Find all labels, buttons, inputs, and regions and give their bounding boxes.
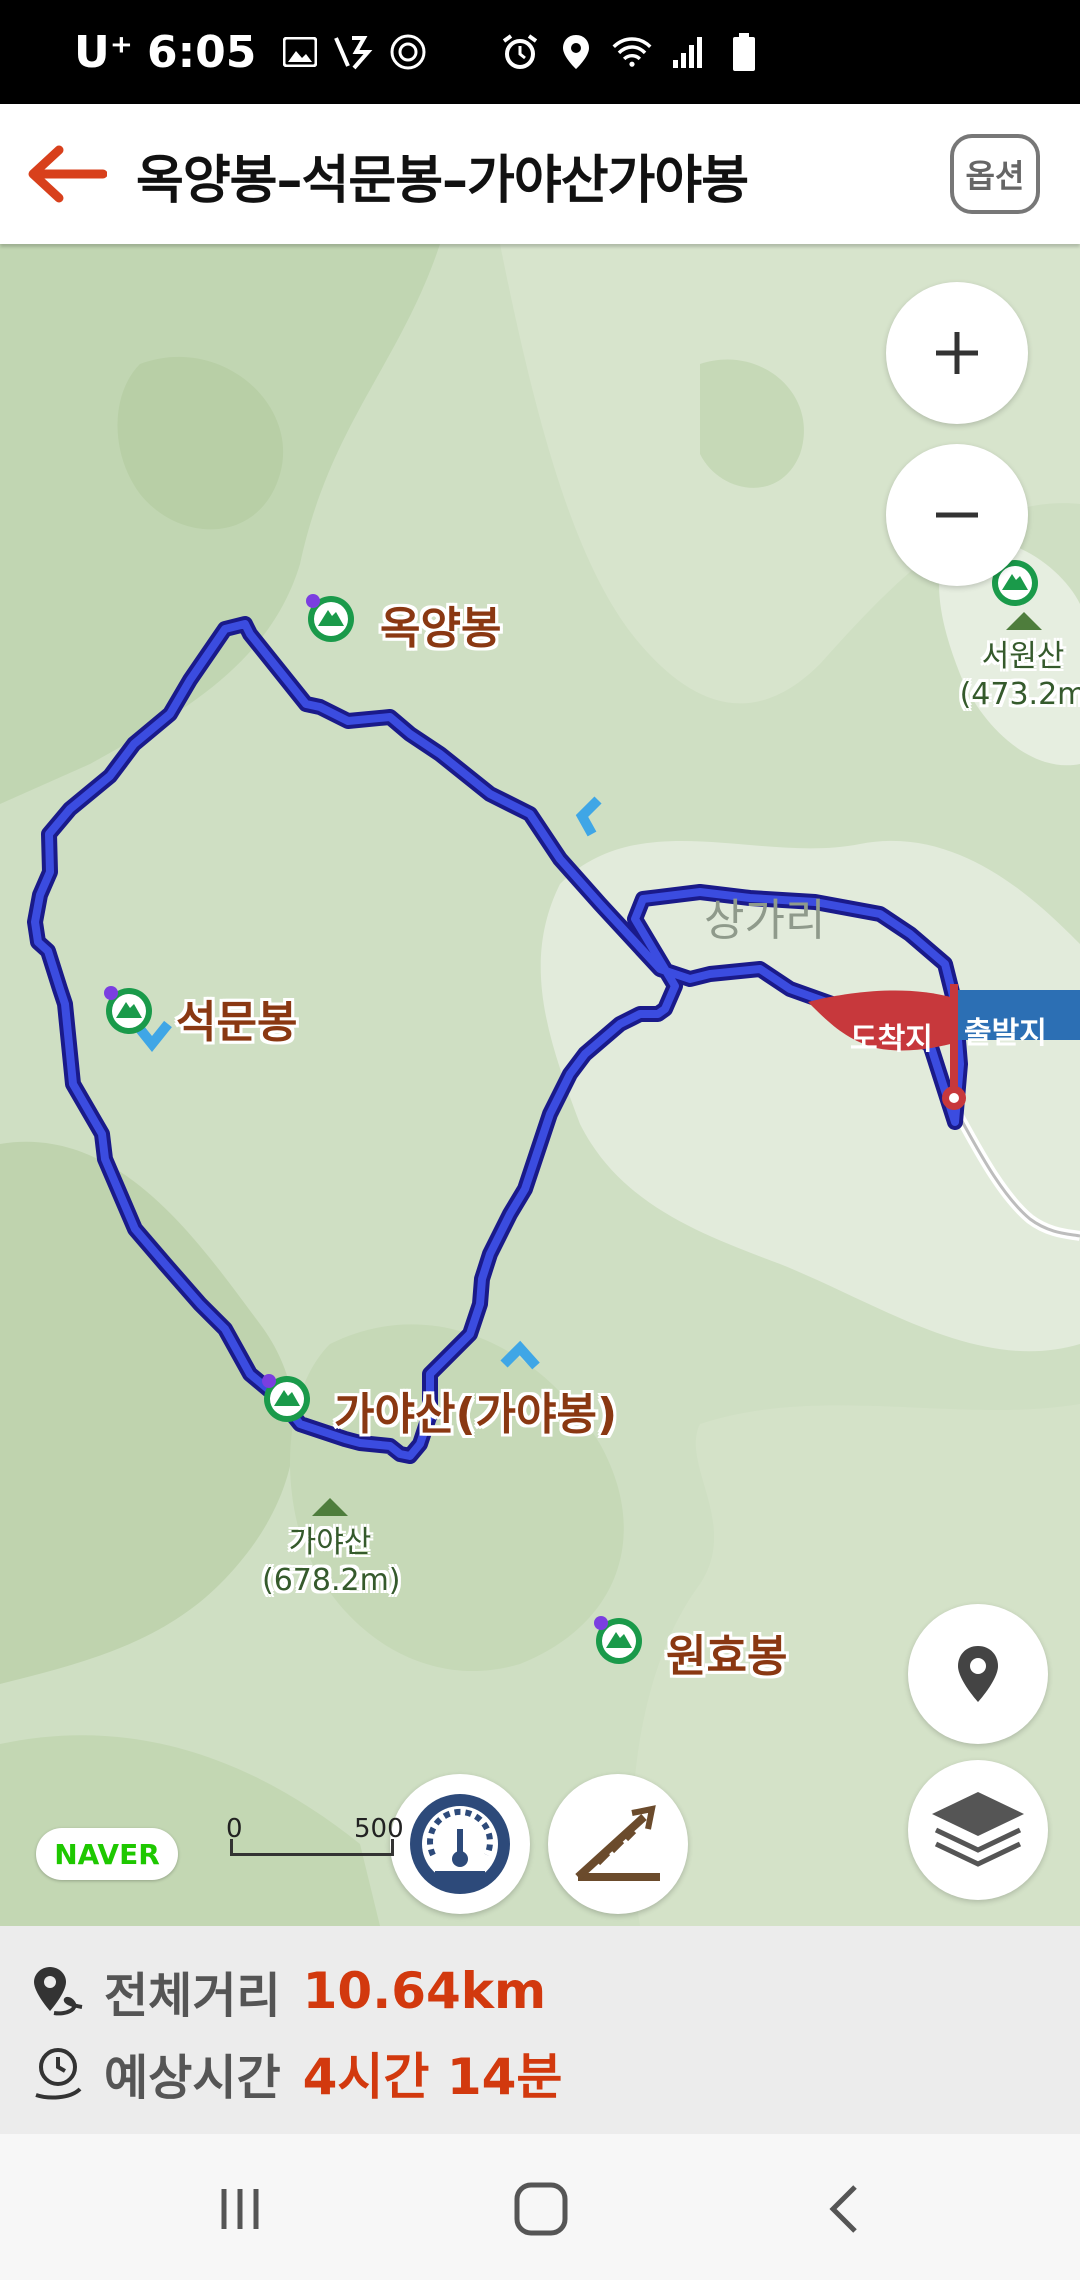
map-layers-button[interactable]	[908, 1760, 1048, 1900]
flash-icon	[334, 32, 374, 72]
village-label: 상가리	[704, 895, 826, 946]
recents-icon	[221, 2189, 259, 2229]
peak-marker-icon[interactable]	[306, 594, 356, 644]
plus-icon	[936, 332, 978, 374]
location-icon	[556, 32, 596, 72]
map-scale-bar: 0 500	[226, 1814, 404, 1860]
status-bar: U⁺ 6:05	[0, 0, 1080, 104]
peak-marker-icon[interactable]	[262, 1374, 312, 1424]
arrival-flag-label: 도착지	[850, 1022, 933, 1057]
time-label: 예상시간	[104, 2050, 281, 2106]
mountain-label: 서원산 (473.2m	[958, 638, 1080, 714]
speed-button[interactable]	[390, 1774, 530, 1914]
estimated-time-icon	[35, 2048, 82, 2100]
alarm-icon	[500, 32, 540, 72]
battery-icon	[724, 32, 764, 72]
peak-label[interactable]: 옥양봉	[380, 592, 501, 656]
mountain-elevation: (473.2m	[959, 677, 1080, 712]
system-nav-bar	[0, 2134, 1080, 2280]
back-button[interactable]	[20, 134, 110, 214]
my-location-button[interactable]	[908, 1604, 1048, 1744]
app-header: 옥양봉–석문봉–가야산가야봉 옵션	[0, 104, 1080, 244]
status-time: 6:05	[146, 26, 257, 78]
system-back-button[interactable]	[800, 2164, 890, 2254]
mountain-elevation: (678.2m)	[262, 1563, 401, 1598]
peak-marker-icon[interactable]	[594, 1616, 644, 1666]
peak-label[interactable]: 가야산(가야봉)	[334, 1378, 617, 1442]
peak-label[interactable]: 석문봉	[176, 986, 297, 1050]
peak-label[interactable]: 원효봉	[666, 1620, 787, 1684]
image-icon	[280, 32, 320, 72]
departure-flag-label: 출발지	[964, 1016, 1047, 1051]
home-icon	[514, 2182, 568, 2236]
peak-marker-icon[interactable]	[104, 986, 154, 1036]
minus-icon	[936, 512, 978, 518]
mountain-name: 가야산	[288, 1525, 372, 1560]
page-title: 옥양봉–석문봉–가야산가야봉	[136, 151, 749, 211]
elevation-icon	[575, 1805, 660, 1881]
carrier-label: U⁺	[74, 26, 133, 78]
layers-icon	[932, 1792, 1024, 1867]
time-row: 예상시간 4시간 14분	[30, 2038, 562, 2108]
mountain-label: 가야산 (678.2m)	[262, 1524, 401, 1600]
option-button[interactable]: 옵션	[950, 134, 1040, 214]
home-button[interactable]	[496, 2164, 586, 2254]
route-info-panel: 전체거리 10.64km 예상시간 4시간 14분	[0, 1926, 1080, 2134]
zoom-out-button[interactable]	[886, 444, 1028, 586]
back-arrow-icon	[28, 145, 107, 203]
start-end-flags[interactable]	[806, 978, 1080, 1128]
wifi-icon	[612, 32, 652, 72]
mountain-name: 서원산	[981, 639, 1065, 674]
elevation-button[interactable]	[548, 1774, 688, 1914]
naver-logo: NAVER	[36, 1828, 178, 1880]
distance-value: 10.64km	[302, 1962, 547, 2020]
aperture-icon	[388, 32, 428, 72]
distance-label: 전체거리	[104, 1968, 281, 2024]
route-distance-icon	[34, 1967, 83, 2016]
distance-row: 전체거리 10.64km	[30, 1956, 546, 2026]
back-chevron-icon	[829, 2185, 857, 2233]
signal-icon	[668, 32, 708, 72]
map-view[interactable]: 옥양봉 석문봉 가야산(가야봉) 원효봉 가야산 (678.2m) 서원산 (4…	[0, 244, 1080, 1926]
speedometer-icon	[410, 1794, 510, 1894]
recents-button[interactable]	[195, 2164, 285, 2254]
time-value: 4시간 14분	[302, 2048, 563, 2106]
location-pin-icon	[958, 1646, 998, 1702]
zoom-in-button[interactable]	[886, 282, 1028, 424]
